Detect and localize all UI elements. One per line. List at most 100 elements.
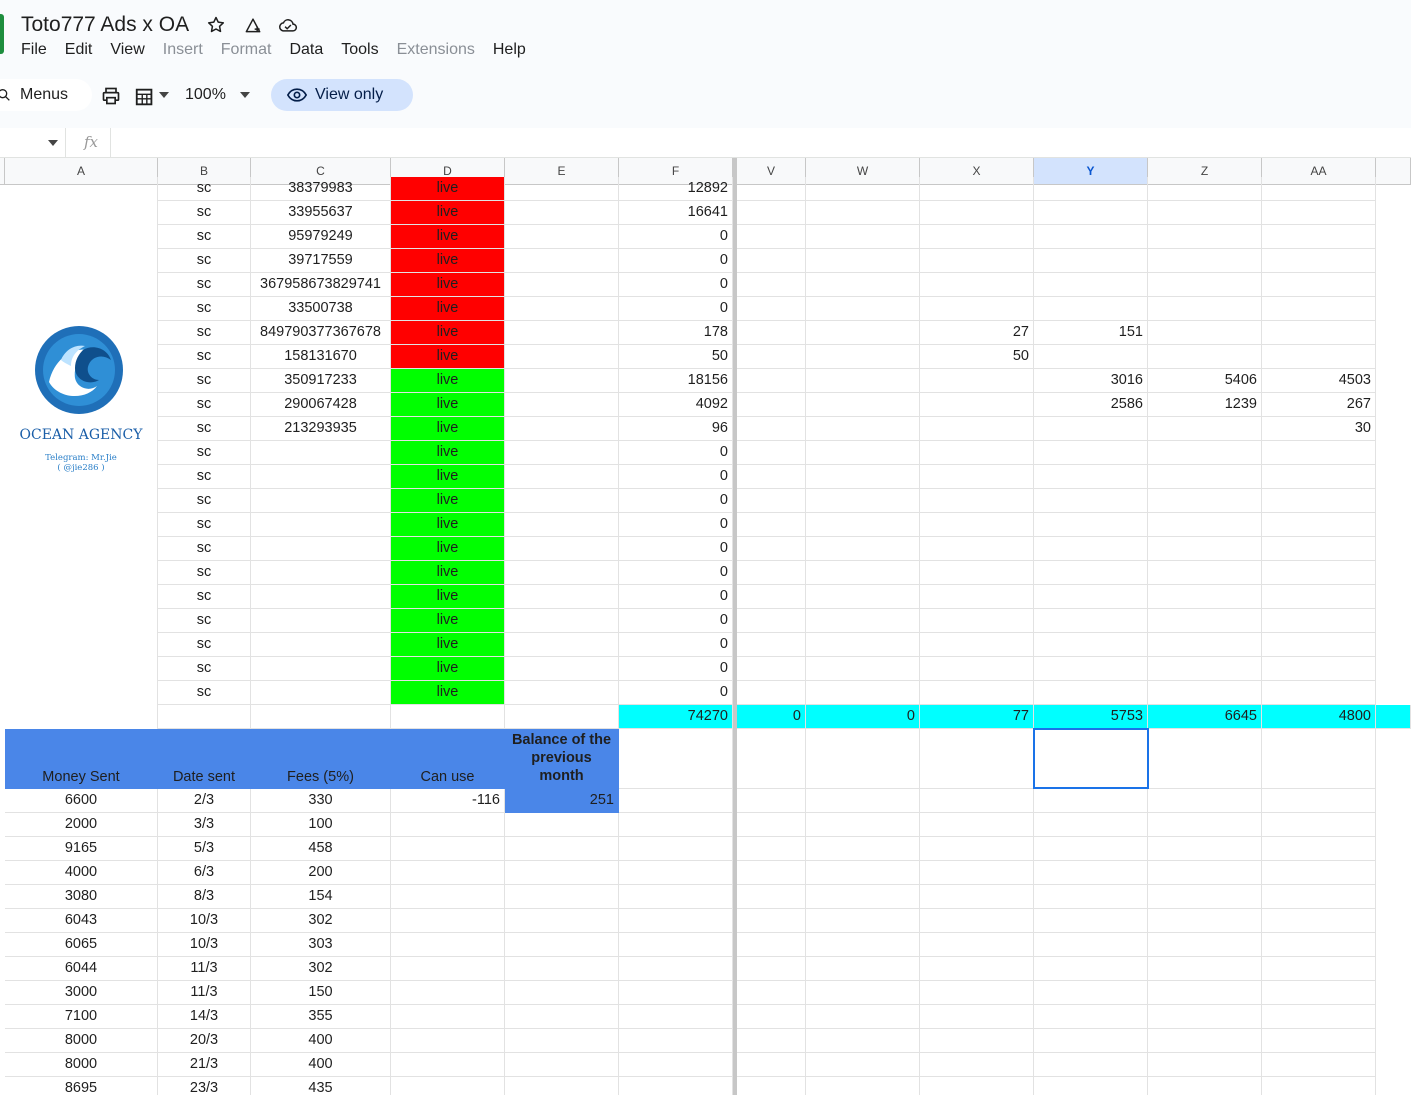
cell-a[interactable] (5, 513, 158, 537)
cell-v[interactable] (737, 681, 806, 705)
cell-e[interactable] (505, 225, 619, 249)
cell-z[interactable] (1148, 861, 1262, 885)
cell-y[interactable] (1034, 441, 1148, 465)
total-y[interactable]: 5753 (1034, 705, 1148, 729)
cell-balance[interactable] (505, 1005, 619, 1029)
cell-can-use[interactable] (391, 957, 505, 981)
cell-spend[interactable]: 0 (619, 681, 733, 705)
cell-fees[interactable]: 458 (251, 837, 391, 861)
cell-status[interactable]: live (391, 321, 505, 345)
cell-fees[interactable]: 154 (251, 885, 391, 909)
cell-v[interactable] (737, 321, 806, 345)
cell-spend[interactable]: 0 (619, 273, 733, 297)
cell-can-use[interactable] (391, 1053, 505, 1077)
cell-can-use[interactable] (391, 981, 505, 1005)
cell-date-sent[interactable]: 10/3 (158, 933, 251, 957)
cell-balance[interactable] (505, 933, 619, 957)
cell-y[interactable] (1034, 909, 1148, 933)
cell-status[interactable]: live (391, 465, 505, 489)
cell-aa[interactable]: 30 (1262, 417, 1376, 441)
cell-platform[interactable]: sc (158, 345, 251, 369)
cell-a[interactable] (5, 705, 158, 729)
total-f[interactable]: 74270 (619, 705, 733, 729)
cell-y[interactable] (1034, 609, 1148, 633)
cell-w[interactable] (806, 225, 920, 249)
cell-a[interactable] (5, 561, 158, 585)
cell-aa[interactable] (1262, 789, 1376, 813)
cell-platform[interactable]: sc (158, 201, 251, 225)
cell-w[interactable] (806, 561, 920, 585)
cell-y[interactable] (1034, 249, 1148, 273)
cell-balance[interactable] (505, 837, 619, 861)
cell-v[interactable] (737, 657, 806, 681)
cell-e[interactable] (505, 249, 619, 273)
cell-fees[interactable]: 355 (251, 1005, 391, 1029)
cell-status[interactable]: live (391, 201, 505, 225)
cell-e[interactable] (505, 633, 619, 657)
name-box[interactable] (0, 128, 66, 157)
cell-platform[interactable]: sc (158, 489, 251, 513)
cell-x[interactable] (920, 909, 1034, 933)
cell-y[interactable] (1034, 561, 1148, 585)
cell-status[interactable]: live (391, 297, 505, 321)
cell-date-sent[interactable]: 11/3 (158, 981, 251, 1005)
cell-z[interactable] (1148, 981, 1262, 1005)
cell-w[interactable] (806, 393, 920, 417)
cell-aa[interactable] (1262, 885, 1376, 909)
menu-extensions[interactable]: Extensions (397, 41, 475, 61)
cell-w[interactable] (806, 537, 920, 561)
cell-v[interactable] (737, 585, 806, 609)
cell-v[interactable] (737, 813, 806, 837)
cell-account-id[interactable]: 290067428 (251, 393, 391, 417)
cell-can-use[interactable] (391, 933, 505, 957)
cell-balance[interactable] (505, 885, 619, 909)
cell-z[interactable] (1148, 1005, 1262, 1029)
cell-z[interactable] (1148, 813, 1262, 837)
cell-e[interactable] (505, 297, 619, 321)
cell-account-id[interactable] (251, 633, 391, 657)
cell-account-id[interactable]: 367958673829741 (251, 273, 391, 297)
cell-z[interactable] (1148, 273, 1262, 297)
cell-x[interactable] (920, 633, 1034, 657)
cell-platform[interactable]: sc (158, 585, 251, 609)
cell-v[interactable] (737, 489, 806, 513)
cell-status[interactable]: live (391, 225, 505, 249)
cell-z[interactable] (1148, 225, 1262, 249)
cell-y[interactable] (1034, 273, 1148, 297)
header-money-sent[interactable]: Money Sent (5, 729, 158, 789)
cell-z[interactable] (1148, 441, 1262, 465)
cell-w[interactable] (806, 273, 920, 297)
cell-e[interactable] (505, 537, 619, 561)
cell-aa[interactable] (1262, 321, 1376, 345)
cell-fees[interactable]: 100 (251, 813, 391, 837)
sheets-logo[interactable] (0, 14, 4, 54)
cell-w[interactable] (806, 1029, 920, 1053)
cell-date-sent[interactable]: 21/3 (158, 1053, 251, 1077)
cell-w[interactable] (806, 981, 920, 1005)
cell-v[interactable] (737, 561, 806, 585)
cell-x[interactable] (920, 609, 1034, 633)
cell-fees[interactable]: 200 (251, 861, 391, 885)
cell-e[interactable] (505, 417, 619, 441)
cell-platform[interactable]: sc (158, 561, 251, 585)
cell-w[interactable] (806, 177, 920, 201)
cell-x[interactable]: 27 (920, 321, 1034, 345)
cell-account-id[interactable]: 33500738 (251, 297, 391, 321)
cell-spend[interactable]: 18156 (619, 369, 733, 393)
cell-v[interactable] (737, 201, 806, 225)
cell-v[interactable] (737, 513, 806, 537)
menu-tools[interactable]: Tools (341, 41, 378, 61)
total-w[interactable]: 0 (806, 705, 920, 729)
cell-aa[interactable] (1262, 489, 1376, 513)
cell-aa[interactable] (1262, 1029, 1376, 1053)
cell-w[interactable] (806, 729, 920, 789)
cell-aa[interactable] (1262, 957, 1376, 981)
cell-e[interactable] (505, 681, 619, 705)
cell-z[interactable] (1148, 681, 1262, 705)
cell-w[interactable] (806, 609, 920, 633)
cell-y[interactable] (1034, 345, 1148, 369)
cell-z[interactable] (1148, 657, 1262, 681)
cell-w[interactable] (806, 1005, 920, 1029)
cell-aa[interactable]: 4503 (1262, 369, 1376, 393)
cell-a[interactable] (5, 609, 158, 633)
